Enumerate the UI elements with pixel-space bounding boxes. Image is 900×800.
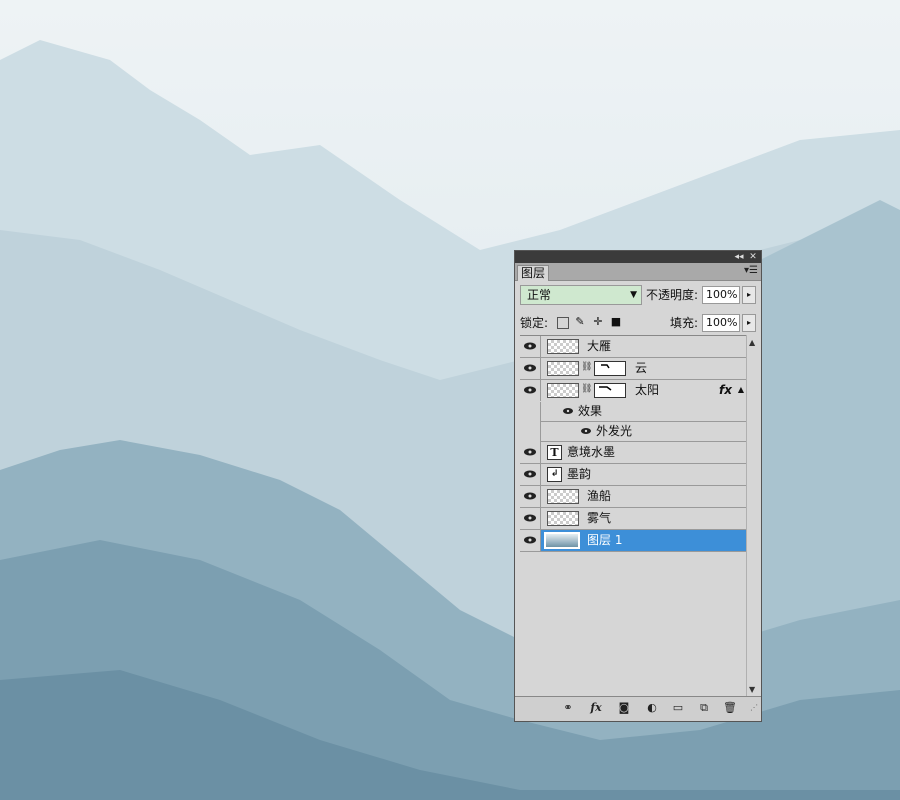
layer-name: 图层 1 — [587, 533, 623, 547]
blend-opacity-row: 正常 ▼ 不透明度: 100% ▸ — [520, 285, 757, 307]
layer-row-selected[interactable]: 图层 1 — [520, 530, 746, 552]
tab-layers[interactable]: 图层 — [517, 265, 549, 281]
panel-footer: ⚭ fx ◙ ◐ ▭ ⧉ 🗑 ⋰ — [515, 696, 761, 721]
collapse-panel-icon[interactable]: ◂◂ — [733, 251, 745, 263]
layer-row[interactable]: ↲ 墨韵 — [520, 464, 746, 486]
eye-icon[interactable] — [520, 508, 541, 529]
delete-layer-icon[interactable]: 🗑 — [723, 701, 737, 715]
add-style-icon[interactable]: fx — [589, 701, 603, 715]
layer-row[interactable]: ⛓ 太阳 fx ▲ — [520, 380, 746, 402]
tab-row: 图层 ▾☰ — [515, 263, 761, 281]
effect-row[interactable]: 外发光 — [540, 422, 746, 442]
eye-icon[interactable] — [520, 486, 541, 507]
effect-name: 外发光 — [596, 424, 633, 438]
eye-icon[interactable] — [520, 336, 541, 357]
effects-row[interactable]: 效果 — [540, 402, 746, 422]
lock-label: 锁定: — [520, 316, 549, 330]
lock-fill-row: 锁定: ✎ ✛ ■ 填充: 100% ▸ — [520, 313, 757, 335]
layer-thumbnail — [547, 361, 579, 376]
resize-grip-icon[interactable]: ⋰ — [747, 701, 761, 715]
link-layers-icon[interactable]: ⚭ — [561, 701, 575, 715]
layer-list: 大雁 ⛓ 云 ⛓ 太阳 fx ▲ 效果 外发光 T 意境水墨 ↲ 墨韵 渔船 雾… — [520, 335, 760, 698]
layer-thumbnail — [544, 532, 580, 549]
lock-all-icon[interactable]: ■ — [610, 316, 622, 328]
layer-name: 云 — [635, 361, 648, 375]
mountain-background — [0, 0, 900, 800]
new-layer-icon[interactable]: ⧉ — [697, 701, 711, 715]
layer-row[interactable]: 雾气 — [520, 508, 746, 530]
layer-name: 雾气 — [587, 511, 612, 525]
eye-icon[interactable] — [520, 442, 541, 463]
layer-row[interactable]: 渔船 — [520, 486, 746, 508]
lock-paint-icon[interactable]: ✎ — [574, 316, 586, 328]
fill-label: 填充: — [670, 316, 699, 330]
panel-titlebar[interactable]: ◂◂ ✕ — [515, 251, 761, 263]
opacity-stepper-icon[interactable]: ▸ — [742, 286, 756, 304]
collapse-effects-icon[interactable]: ▲ — [738, 385, 744, 394]
blend-mode-select[interactable]: 正常 ▼ — [520, 285, 642, 305]
layer-mask-thumbnail[interactable] — [594, 361, 626, 376]
scroll-up-icon[interactable]: ▲ — [749, 338, 755, 347]
layer-list-scrollbar[interactable]: ▲ ▼ — [746, 335, 760, 697]
blend-mode-value: 正常 — [527, 288, 552, 302]
fill-input[interactable]: 100% — [702, 314, 740, 332]
lock-move-icon[interactable]: ✛ — [592, 316, 604, 328]
eye-icon[interactable] — [561, 402, 575, 424]
layer-mask-thumbnail[interactable] — [594, 383, 626, 398]
layer-row[interactable]: ⛓ 云 — [520, 358, 746, 380]
eye-icon[interactable] — [520, 530, 541, 551]
layers-panel: ◂◂ ✕ 图层 ▾☰ 正常 ▼ 不透明度: 100% ▸ 锁定: ✎ ✛ ■ 填… — [514, 250, 762, 722]
opacity-label: 不透明度: — [646, 288, 699, 302]
eye-icon[interactable] — [520, 358, 541, 379]
fill-stepper-icon[interactable]: ▸ — [742, 314, 756, 332]
chevron-down-icon: ▼ — [630, 290, 637, 300]
text-layer-icon: T — [547, 445, 562, 460]
layer-thumbnail — [547, 511, 579, 526]
layer-name: 大雁 — [587, 339, 612, 353]
fx-icon[interactable]: fx — [719, 383, 732, 397]
eye-icon[interactable] — [579, 422, 593, 444]
layer-row[interactable]: 大雁 — [520, 336, 746, 358]
new-group-icon[interactable]: ▭ — [671, 701, 685, 715]
layer-row[interactable]: T 意境水墨 — [520, 442, 746, 464]
close-icon[interactable]: ✕ — [747, 251, 759, 263]
layer-name: 渔船 — [587, 489, 612, 503]
layer-name: 太阳 — [635, 383, 660, 397]
layer-thumbnail — [547, 383, 579, 398]
link-icon[interactable]: ⛓ — [581, 362, 592, 372]
opacity-input[interactable]: 100% — [702, 286, 740, 304]
eye-icon[interactable] — [520, 464, 541, 485]
layer-thumbnail — [547, 489, 579, 504]
layer-name: 墨韵 — [567, 467, 592, 481]
panel-menu-icon[interactable]: ▾☰ — [744, 265, 758, 276]
lock-transparent-icon[interactable] — [557, 317, 569, 329]
adjustment-layer-icon[interactable]: ◐ — [645, 701, 659, 715]
add-mask-icon[interactable]: ◙ — [617, 701, 631, 715]
eye-icon[interactable] — [520, 380, 541, 401]
smart-object-icon: ↲ — [547, 467, 562, 482]
layer-name: 意境水墨 — [567, 445, 616, 459]
scroll-down-icon[interactable]: ▼ — [749, 685, 755, 694]
effects-label: 效果 — [578, 404, 603, 418]
layer-thumbnail — [547, 339, 579, 354]
link-icon[interactable]: ⛓ — [581, 384, 592, 394]
